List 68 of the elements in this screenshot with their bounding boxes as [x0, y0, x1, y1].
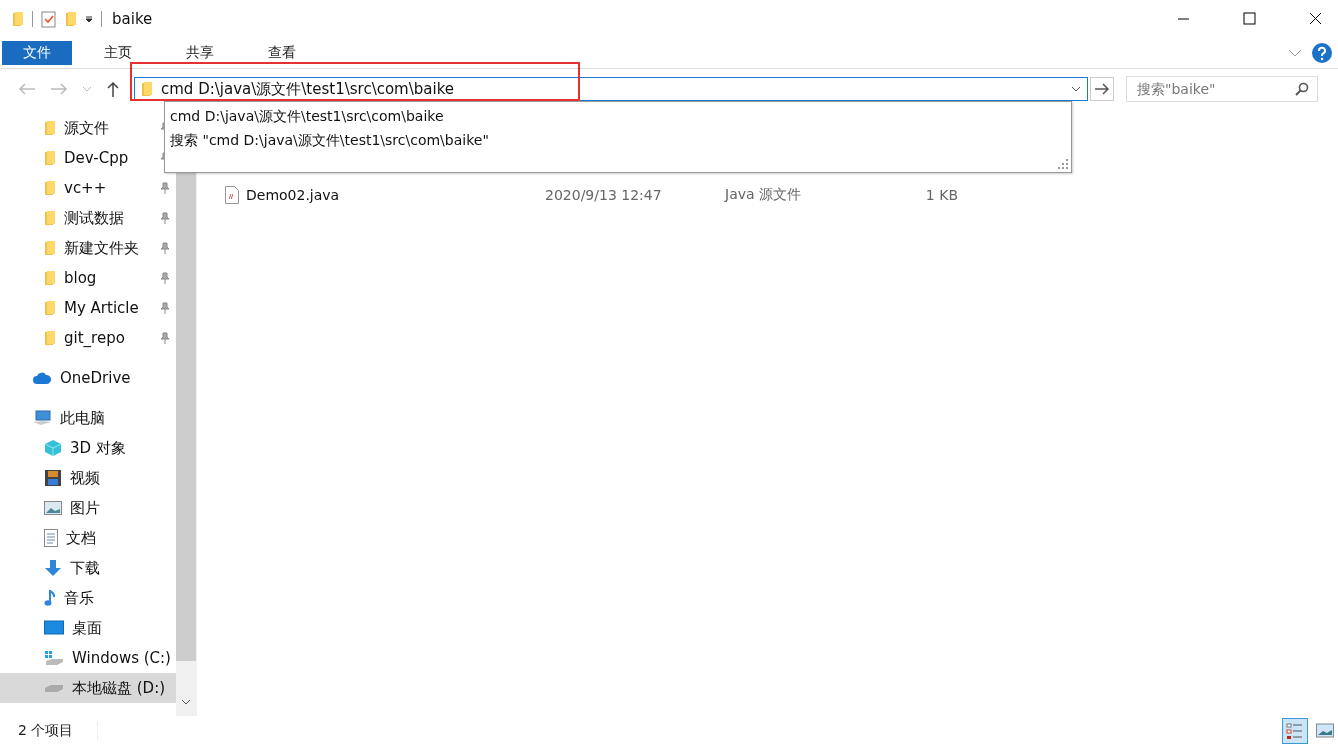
cube-icon	[44, 439, 62, 457]
caret-icon[interactable]	[85, 15, 93, 23]
properties-icon[interactable]	[41, 10, 57, 28]
sidebar-item[interactable]: blog	[64, 269, 97, 287]
chevron-icon[interactable]	[1071, 85, 1081, 93]
film-icon	[44, 469, 62, 487]
sidebar-item[interactable]: git_repo	[64, 329, 125, 347]
sidebar-item[interactable]: 视频	[70, 468, 100, 488]
help-icon[interactable]	[1312, 43, 1332, 63]
sidebar-item[interactable]: 测试数据	[64, 208, 124, 228]
resize-grip-icon[interactable]	[1058, 159, 1068, 169]
window-title: baike	[112, 10, 153, 28]
sidebar-item[interactable]: OneDrive	[60, 369, 131, 387]
go-button[interactable]	[1090, 77, 1114, 101]
ribbon-tab[interactable]: 查看	[246, 41, 318, 65]
java-file-icon	[225, 186, 239, 204]
ribbon-tab[interactable]: 共享	[164, 41, 236, 65]
file-size: 1 KB	[924, 187, 958, 203]
folder-icon	[141, 81, 153, 97]
sidebar-item[interactable]: 3D 对象	[70, 438, 126, 458]
folder-icon	[44, 210, 56, 226]
sidebar-item[interactable]: My Article	[64, 299, 139, 317]
sidebar-item[interactable]: 图片	[70, 498, 100, 518]
address-bar[interactable]: cmd D:\java\源文件\test1\src\com\baike	[134, 77, 1088, 101]
sidebar-item[interactable]: vc++	[64, 179, 107, 197]
scroll-down-icon[interactable]	[181, 699, 191, 706]
windows-drive-icon	[44, 650, 64, 666]
item-count: 2 个项目	[18, 721, 74, 740]
folder-icon	[44, 120, 56, 136]
sidebar-item[interactable]: 源文件	[64, 118, 109, 138]
details-view-button[interactable]	[1282, 717, 1308, 744]
ribbon-tab[interactable]: 文件	[2, 41, 72, 65]
cloud-icon	[32, 371, 52, 385]
folder-icon	[44, 330, 56, 346]
sidebar-item[interactable]: 桌面	[72, 618, 102, 638]
file-name[interactable]: Demo02.java	[246, 187, 545, 203]
folder-icon	[44, 180, 56, 196]
drive-icon	[44, 683, 64, 693]
computer-icon	[32, 410, 52, 426]
sidebar-item[interactable]: Windows (C:)	[72, 649, 171, 667]
ribbon-tab[interactable]: 主页	[82, 41, 154, 65]
folder-icon	[44, 270, 56, 286]
folder-icon	[44, 240, 56, 256]
sidebar-item[interactable]: 下载	[70, 558, 100, 578]
sidebar-item[interactable]: 新建文件夹	[64, 238, 139, 258]
forward-icon[interactable]	[50, 82, 68, 96]
folder-icon[interactable]	[65, 11, 77, 27]
desktop-icon	[44, 620, 64, 636]
document-icon	[44, 529, 58, 547]
folder-icon	[12, 11, 24, 27]
suggestion-item[interactable]: cmd D:\java\源文件\test1\src\com\baike	[170, 104, 1066, 128]
up-icon[interactable]	[106, 81, 120, 97]
sidebar-item[interactable]: 此电脑	[60, 408, 105, 428]
sidebar-item[interactable]: Dev-Cpp	[64, 149, 129, 167]
sidebar-item[interactable]: 音乐	[64, 588, 94, 608]
file-date: 2020/9/13 12:47	[545, 187, 663, 203]
picture-icon	[44, 501, 62, 515]
search-box[interactable]: 搜索"baike"	[1126, 76, 1318, 102]
sidebar-item[interactable]: 文档	[66, 528, 96, 548]
folder-icon	[44, 150, 56, 166]
search-icon	[1295, 82, 1309, 96]
folder-icon	[44, 300, 56, 316]
arrow-icon	[1094, 83, 1110, 95]
music-note-icon	[44, 589, 56, 607]
suggestion-item[interactable]: 搜索 "cmd D:\java\源文件\test1\src\com\baike"	[170, 128, 1066, 152]
file-type: Java 源文件	[725, 186, 803, 204]
back-icon[interactable]	[18, 82, 36, 96]
download-icon	[44, 559, 62, 577]
